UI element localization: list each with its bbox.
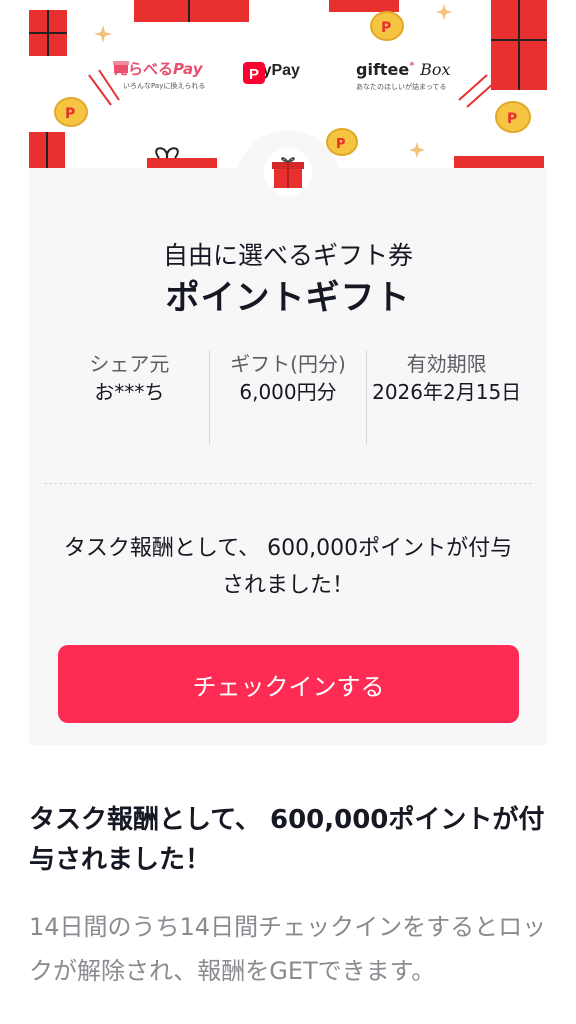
paypay-icon: P [243,62,265,84]
gift-box-icon [264,148,312,196]
gift-box-icon [491,0,547,90]
gift-box-icon [147,147,217,168]
gift-info-row: シェア元 お***ち ギフト(円分) 6,000円分 有効期限 2026年2月1… [50,350,526,444]
dashed-divider [44,483,532,484]
coin-icon: P [495,101,531,133]
section-description: 14日間のうち14日間チェックインをするとロックが解除され、報酬をGETできます… [29,913,547,985]
giftee-brand: giftee [356,60,410,79]
section-title: タスク報酬として、 600,000ポイントが付与されました！ [29,805,545,875]
gift-box-icon [454,156,544,168]
sharer-value: お***ち [94,380,165,404]
svg-text:P: P [507,111,517,127]
coin-icon: P [326,128,358,156]
sharer-label: シェア元 [89,352,170,376]
amount-value: 6,000円分 [239,380,337,404]
svg-text:P: P [65,106,75,122]
paypay-logo: P PayPay [243,62,300,84]
erabell-brand-accent: Pay [173,60,203,78]
giftee-tagline: あなたのほしいが詰まってる [356,83,447,91]
gift-box-icon [329,0,399,12]
coin-icon: P [370,11,404,41]
amount-label: ギフト(円分) [230,352,346,376]
sharer-info: シェア元 お***ち [50,350,209,444]
amount-info: ギフト(円分) 6,000円分 [208,350,368,444]
reward-message: タスク報酬として、 600,000ポイントが付与されました！ [63,536,513,598]
svg-text:P: P [381,20,391,36]
gift-title: ポイントギフト [165,278,411,318]
gift-box-icon [134,0,249,22]
gift-box-icon [29,10,67,56]
erabell-tagline: いろんなPayに換えられる [123,82,206,90]
coin-icon: P [54,97,88,127]
checkin-button[interactable]: チェックインする [58,645,519,723]
giftee-brand-accent: Box [420,60,451,79]
gift-logo-icon [113,61,129,73]
svg-text:P: P [249,66,259,83]
expiry-value: 2026年2月15日 [372,380,522,404]
page: P P P P えらべるPay いろんなPayに換えられる P PayPay g… [0,0,576,1024]
expiry-label: 有効期限 [406,352,487,376]
gift-subtitle: 自由に選べるギフト券 [162,241,413,270]
svg-text:P: P [336,137,346,152]
erabell-pay-logo: えらべるPay いろんなPayに換えられる [113,58,205,91]
gift-box-icon [29,132,65,168]
expiry-info: 有効期限 2026年2月15日 [367,350,526,444]
giftee-box-logo: giftee* Box あなたのほしいが詰まってる [356,60,451,91]
